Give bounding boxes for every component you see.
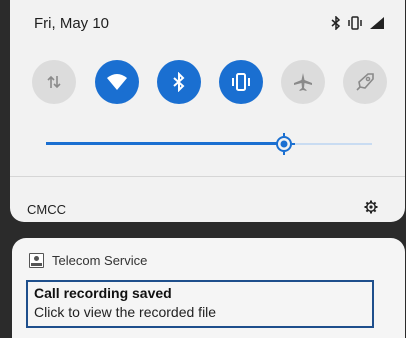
tile-vibrate[interactable] xyxy=(219,60,263,104)
tile-bluetooth[interactable] xyxy=(157,60,201,104)
status-bar: Fri, May 10 xyxy=(34,12,385,34)
notification-title: Call recording saved xyxy=(34,285,172,301)
quick-tiles: ? xyxy=(10,60,405,104)
carrier-name: CMCC xyxy=(27,202,66,217)
tile-wifi[interactable]: ? xyxy=(95,60,139,104)
svg-text:?: ? xyxy=(120,83,127,93)
tile-airplane-mode[interactable] xyxy=(281,60,325,104)
rocket-icon xyxy=(356,73,374,91)
vibrate-icon xyxy=(232,73,250,91)
notification-text: Click to view the recorded file xyxy=(34,304,217,320)
vibrate-status-icon xyxy=(347,16,363,30)
tile-performance[interactable] xyxy=(343,60,387,104)
bluetooth-status-icon xyxy=(331,16,341,30)
carrier-row: CMCC xyxy=(27,200,378,219)
data-arrows-icon xyxy=(47,75,61,89)
notification-header: Telecom Service xyxy=(29,253,147,268)
tile-mobile-data[interactable] xyxy=(32,60,76,104)
brightness-track-fill xyxy=(46,142,284,145)
airplane-icon xyxy=(294,73,312,91)
quick-settings-panel: Fri, May 10 ? xyxy=(10,0,405,222)
settings-gear-icon[interactable] xyxy=(364,200,378,219)
cell-signal-icon xyxy=(369,16,385,30)
bluetooth-icon xyxy=(173,72,185,92)
notification-card[interactable]: Telecom Service Call recording saved Cli… xyxy=(12,238,405,338)
brightness-icon[interactable] xyxy=(272,132,296,156)
status-icons xyxy=(331,16,385,30)
recorder-icon xyxy=(29,253,44,268)
brightness-slider[interactable] xyxy=(46,132,372,156)
wifi-question-icon: ? xyxy=(107,74,127,93)
date-text: Fri, May 10 xyxy=(34,14,110,32)
divider xyxy=(10,176,405,177)
notification-content[interactable]: Call recording saved Click to view the r… xyxy=(26,280,374,328)
notification-app-name: Telecom Service xyxy=(52,253,148,268)
